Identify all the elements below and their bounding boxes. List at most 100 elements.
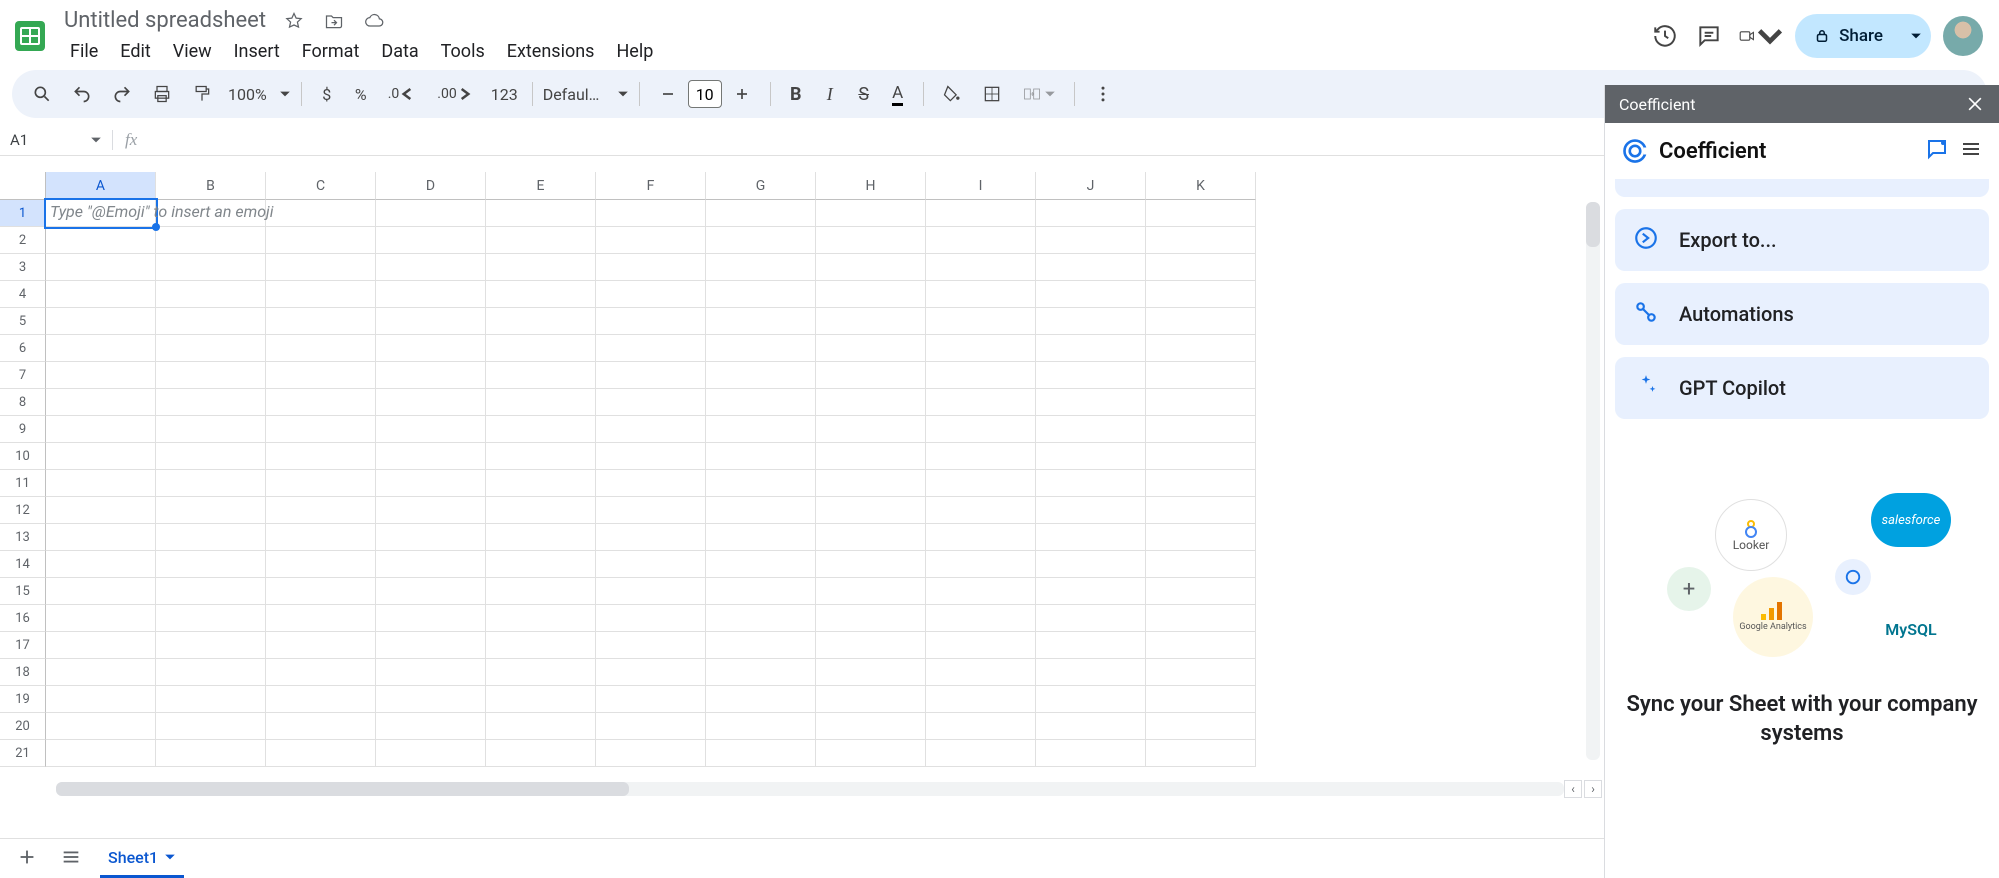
cell[interactable] [1146,200,1256,227]
cell[interactable] [596,335,706,362]
cell[interactable] [1146,524,1256,551]
cell[interactable] [376,416,486,443]
cell[interactable] [156,740,266,767]
cell[interactable] [376,713,486,740]
cell[interactable] [926,470,1036,497]
row-header-5[interactable]: 5 [0,308,46,335]
cell[interactable] [926,605,1036,632]
panel-card-gpt[interactable]: GPT Copilot [1615,357,1989,419]
cell[interactable] [376,659,486,686]
chat-icon[interactable] [1925,137,1949,165]
cell[interactable] [1146,578,1256,605]
col-header-K[interactable]: K [1146,172,1256,200]
cell[interactable] [596,605,706,632]
col-header-B[interactable]: B [156,172,266,200]
cell[interactable] [46,551,156,578]
cell[interactable] [1036,362,1146,389]
cell[interactable] [376,227,486,254]
decrease-decimal-button[interactable]: .0 [380,78,426,110]
fill-color-button[interactable] [934,78,970,110]
pager-left[interactable]: ‹ [1564,780,1582,798]
cell[interactable] [706,200,816,227]
cell[interactable] [706,578,816,605]
cell[interactable] [1146,497,1256,524]
cell[interactable] [266,659,376,686]
cell[interactable] [926,200,1036,227]
cell[interactable] [1036,605,1146,632]
cell[interactable] [46,605,156,632]
cell[interactable] [486,254,596,281]
cell[interactable] [596,227,706,254]
cell[interactable] [486,227,596,254]
cell[interactable] [156,605,266,632]
cell[interactable] [156,416,266,443]
cell[interactable] [596,524,706,551]
cell[interactable] [816,551,926,578]
cell[interactable] [1036,713,1146,740]
cell[interactable] [266,389,376,416]
cell[interactable] [816,227,926,254]
cell[interactable] [376,254,486,281]
cell[interactable] [486,443,596,470]
cell[interactable] [1146,551,1256,578]
cell[interactable] [1036,254,1146,281]
cell[interactable] [156,389,266,416]
cell[interactable] [266,308,376,335]
cell[interactable] [596,470,706,497]
number-format-button[interactable]: 123 [487,78,522,110]
cell[interactable] [816,200,926,227]
cell[interactable] [486,659,596,686]
cell[interactable] [266,497,376,524]
cell[interactable] [376,200,486,227]
cell[interactable] [926,524,1036,551]
cell[interactable] [1146,416,1256,443]
cell[interactable] [376,470,486,497]
col-header-F[interactable]: F [596,172,706,200]
select-all-corner[interactable] [0,172,46,200]
cell[interactable] [156,659,266,686]
cell[interactable] [376,578,486,605]
cell[interactable] [156,713,266,740]
cell[interactable] [486,389,596,416]
increase-decimal-button[interactable]: .00 [429,78,482,110]
cell[interactable] [596,389,706,416]
cell[interactable] [1036,443,1146,470]
cell[interactable] [156,497,266,524]
italic-button[interactable]: I [815,78,845,110]
row-header-12[interactable]: 12 [0,497,46,524]
cell[interactable] [596,281,706,308]
row-header-3[interactable]: 3 [0,254,46,281]
menu-edit[interactable]: Edit [110,37,160,66]
cell[interactable] [706,524,816,551]
comments-icon[interactable] [1695,22,1723,50]
cell[interactable] [1036,686,1146,713]
share-button[interactable]: Share [1795,14,1901,58]
row-header-2[interactable]: 2 [0,227,46,254]
search-icon[interactable] [24,78,60,110]
menu-format[interactable]: Format [292,37,370,66]
cell[interactable] [706,470,816,497]
cell[interactable] [156,254,266,281]
cell[interactable] [266,605,376,632]
cell[interactable] [46,335,156,362]
cell[interactable] [926,443,1036,470]
cell[interactable] [486,335,596,362]
cell[interactable] [156,308,266,335]
menu-tools[interactable]: Tools [431,37,495,66]
cell[interactable] [1146,713,1256,740]
panel-card-auto[interactable]: Automations [1615,283,1989,345]
row-header-4[interactable]: 4 [0,281,46,308]
cell[interactable] [266,470,376,497]
cell[interactable] [46,389,156,416]
cell[interactable] [1036,551,1146,578]
cell[interactable] [266,740,376,767]
cell[interactable] [816,416,926,443]
cell[interactable] [816,686,926,713]
cell[interactable] [816,659,926,686]
cell[interactable] [706,659,816,686]
cell[interactable] [156,362,266,389]
cell[interactable] [706,551,816,578]
cell[interactable] [1146,740,1256,767]
cell[interactable] [926,254,1036,281]
col-header-C[interactable]: C [266,172,376,200]
